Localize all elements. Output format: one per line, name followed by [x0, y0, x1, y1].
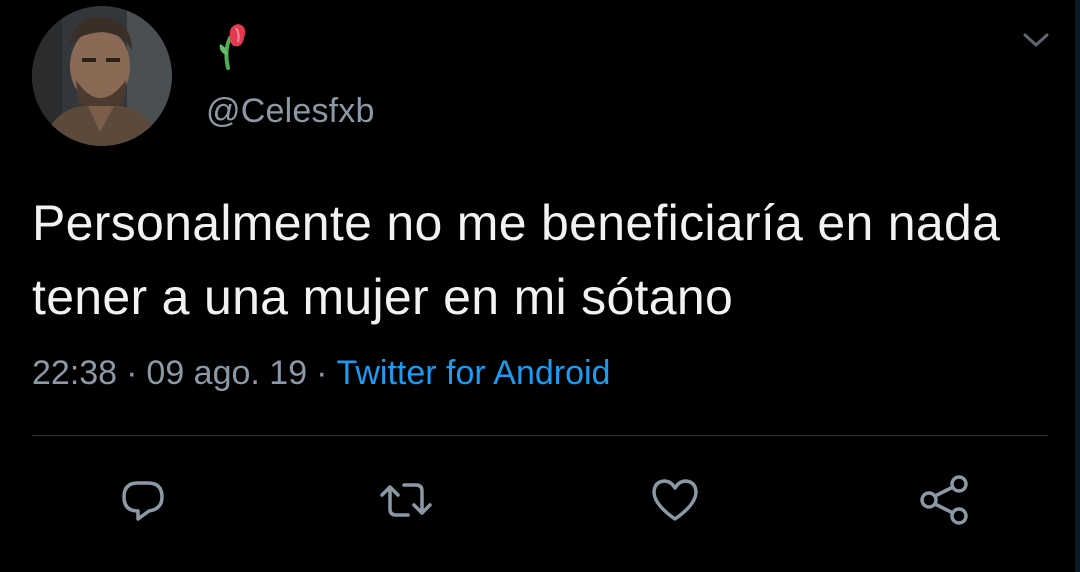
like-button[interactable] [645, 470, 705, 530]
window-edge [1075, 0, 1080, 572]
tweet-source-link[interactable]: Twitter for Android [336, 354, 610, 392]
divider [32, 435, 1048, 436]
reply-button[interactable] [113, 470, 173, 530]
tweet-meta: 22:38 · 09 ago. 19 · Twitter for Android [32, 354, 610, 393]
action-bar [0, 470, 1080, 530]
reply-icon [122, 481, 164, 521]
retweet-button[interactable] [376, 470, 436, 530]
tweet-card: @Celesfxb Personalmente no me beneficiar… [0, 0, 1080, 572]
retweet-icon [380, 483, 432, 517]
share-button[interactable] [914, 470, 974, 530]
meta-separator: · [126, 354, 138, 392]
meta-separator: · [316, 354, 328, 392]
user-handle[interactable]: @Celesfxb [206, 92, 375, 131]
wilted-flower-icon [214, 20, 250, 70]
tweet-date: 09 ago. 19 [146, 354, 308, 392]
tweet-text: Personalmente no me beneficiaría en nada… [32, 195, 1001, 325]
avatar[interactable] [32, 6, 172, 146]
heart-icon [652, 479, 698, 521]
tweet-time: 22:38 [32, 354, 118, 392]
share-icon [920, 475, 968, 525]
chevron-down-icon[interactable] [1022, 30, 1050, 50]
avatar-image [32, 6, 172, 146]
